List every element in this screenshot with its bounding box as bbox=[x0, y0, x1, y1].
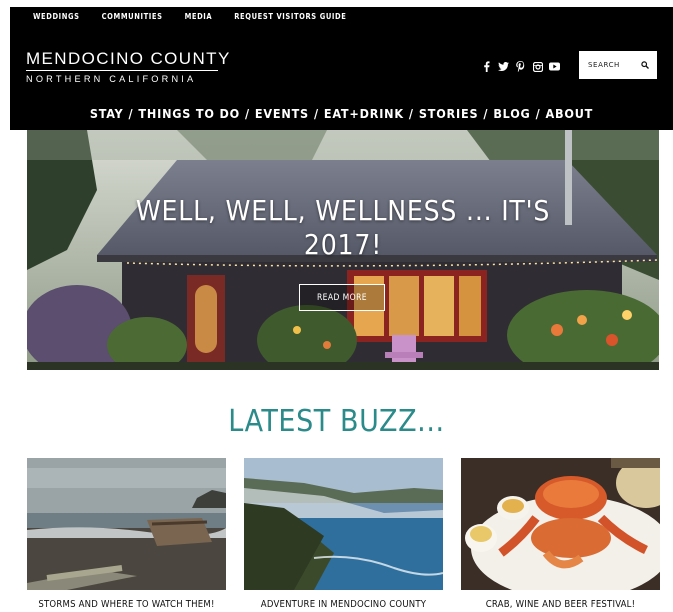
facebook-icon[interactable] bbox=[481, 61, 492, 72]
utility-link-media[interactable]: MEDIA bbox=[185, 12, 213, 21]
hero-title-line-2: 2017! bbox=[303, 228, 383, 261]
instagram-icon[interactable] bbox=[532, 61, 543, 72]
nav-item-things-to-do[interactable]: THINGS TO DO bbox=[138, 106, 240, 121]
hero-title-line-1: WELL, WELL, WELLNESS ... IT'S bbox=[135, 194, 551, 227]
main-nav: STAY / THINGS TO DO / EVENTS / EAT+DRINK / STORI… bbox=[10, 106, 673, 121]
logo-divider bbox=[26, 70, 218, 71]
logo-title: MENDOCINO COUNTY bbox=[26, 49, 231, 68]
twitter-icon[interactable] bbox=[498, 61, 509, 72]
logo-subtitle: NORTHERN CALIFORNIA bbox=[26, 74, 197, 84]
site-logo[interactable]: MENDOCINO COUNTY NORTHERN CALIFORNIA bbox=[26, 50, 231, 84]
buzz-card-adventure[interactable]: ADVENTURE IN MENDOCINO COUNTY bbox=[244, 458, 443, 610]
nav-item-eat-drink[interactable]: EAT+DRINK bbox=[324, 106, 404, 121]
nav-separator: / bbox=[483, 106, 489, 121]
search-placeholder: SEARCH bbox=[588, 61, 620, 69]
utility-link-communities[interactable]: COMMUNITIES bbox=[102, 12, 163, 21]
hero-banner: WELL, WELL, WELLNESS ... IT'S 2017! READ… bbox=[27, 130, 659, 370]
crab-festival-thumbnail[interactable] bbox=[461, 458, 660, 590]
nav-separator: / bbox=[128, 106, 134, 121]
buzz-card-caption[interactable]: CRAB, WINE AND BEER FESTIVAL! bbox=[461, 599, 660, 610]
site-header: WEDDINGS COMMUNITIES MEDIA REQUEST VISIT… bbox=[10, 7, 673, 130]
nav-separator: / bbox=[313, 106, 319, 121]
utility-link-weddings[interactable]: WEDDINGS bbox=[33, 12, 80, 21]
nav-item-stories[interactable]: STORIES bbox=[419, 106, 479, 121]
buzz-card-crab-festival[interactable]: CRAB, WINE AND BEER FESTIVAL! bbox=[461, 458, 660, 610]
search-input[interactable]: SEARCH bbox=[579, 51, 657, 79]
nav-item-events[interactable]: EVENTS bbox=[255, 106, 309, 121]
buzz-card-caption[interactable]: ADVENTURE IN MENDOCINO COUNTY bbox=[244, 599, 443, 610]
nav-separator: / bbox=[244, 106, 250, 121]
social-links bbox=[481, 61, 560, 72]
nav-item-about[interactable]: ABOUT bbox=[546, 106, 594, 121]
nav-item-stay[interactable]: STAY bbox=[90, 106, 124, 121]
latest-buzz-title: LATEST BUZZ... bbox=[228, 404, 445, 439]
utility-nav: WEDDINGS COMMUNITIES MEDIA REQUEST VISIT… bbox=[33, 12, 346, 21]
storms-thumbnail[interactable] bbox=[27, 458, 226, 590]
buzz-card-storms[interactable]: STORMS AND WHERE TO WATCH THEM! bbox=[27, 458, 226, 610]
youtube-icon[interactable] bbox=[549, 61, 560, 72]
adventure-thumbnail[interactable] bbox=[244, 458, 443, 590]
nav-separator: / bbox=[535, 106, 541, 121]
nav-item-blog[interactable]: BLOG bbox=[493, 106, 530, 121]
pinterest-icon[interactable] bbox=[515, 61, 526, 72]
utility-link-visitors-guide[interactable]: REQUEST VISITORS GUIDE bbox=[234, 12, 346, 21]
nav-separator: / bbox=[408, 106, 414, 121]
read-more-button[interactable]: READ MORE bbox=[299, 284, 385, 311]
hero-title: WELL, WELL, WELLNESS ... IT'S 2017! bbox=[27, 194, 659, 262]
buzz-card-caption[interactable]: STORMS AND WHERE TO WATCH THEM! bbox=[27, 599, 226, 610]
search-icon[interactable] bbox=[641, 56, 649, 74]
